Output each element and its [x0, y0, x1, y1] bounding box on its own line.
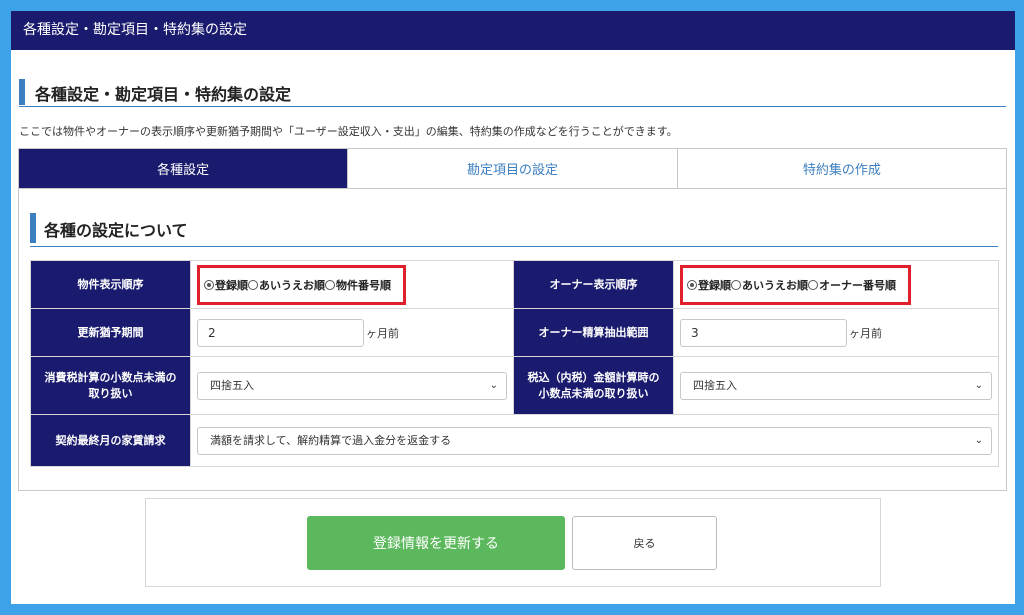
- back-button[interactable]: 戻る: [572, 516, 717, 570]
- chevron-down-icon: ⌄: [974, 434, 983, 446]
- final-month-rent-select[interactable]: 満額を請求して、解約精算で過入金分を返金する ⌄: [197, 426, 992, 455]
- table-row: 消費税計算の小数点未満の 取り扱い 四捨五入 ⌄ 税込（内税）金額計算時の 小数…: [30, 356, 999, 415]
- renewal-grace-cell: 2 ヶ月前: [190, 308, 514, 357]
- tab-general-settings[interactable]: 各種設定: [19, 149, 348, 188]
- property-order-option-number[interactable]: 物件番号順: [325, 277, 391, 293]
- property-order-cell: 登録順 あいうえお順 物件番号順: [190, 260, 514, 309]
- owner-order-radio-group: 登録順 あいうえお順 オーナー番号順: [680, 264, 911, 305]
- radio-selected-icon[interactable]: [204, 279, 214, 290]
- tax-incl-rounding-select[interactable]: 四捨五入 ⌄: [680, 371, 992, 400]
- final-month-rent-label: 契約最終月の家賃請求: [30, 414, 191, 467]
- top-bar: 各種設定・勘定項目・特約集の設定: [11, 11, 1015, 50]
- chevron-down-icon: ⌄: [489, 379, 498, 391]
- chevron-down-icon: ⌄: [974, 379, 983, 391]
- heading-accent-bar: [19, 79, 25, 105]
- top-bar-title: 各種設定・勘定項目・特約集の設定: [23, 22, 247, 38]
- property-order-label: 物件表示順序: [30, 260, 191, 309]
- table-row: 物件表示順序 登録順 あいうえお順 物件番号順 オーナー表示順序 登録順 あいう…: [30, 260, 999, 309]
- section-accent-bar: [30, 213, 36, 243]
- tab-account-items[interactable]: 勘定項目の設定: [347, 149, 677, 188]
- page-description: ここでは物件やオーナーの表示順序や更新猶予期間や「ユーザー設定収入・支出」の編集…: [19, 125, 678, 138]
- tax-incl-rounding-cell: 四捨五入 ⌄: [673, 356, 999, 415]
- radio-empty-icon[interactable]: [808, 279, 818, 290]
- radio-empty-icon[interactable]: [325, 279, 335, 290]
- renewal-grace-unit: ヶ月前: [366, 326, 399, 340]
- settings-table: 物件表示順序 登録順 あいうえお順 物件番号順 オーナー表示順序 登録順 あいう…: [30, 260, 999, 467]
- renewal-grace-input[interactable]: 2: [197, 318, 364, 347]
- radio-selected-icon[interactable]: [687, 279, 697, 290]
- app-frame: 各種設定・勘定項目・特約集の設定 各種設定・勘定項目・特約集の設定 ここでは物件…: [11, 11, 1015, 604]
- tax-incl-rounding-label: 税込（内税）金額計算時の 小数点未満の取り扱い: [513, 356, 674, 415]
- section-title: 各種の設定について: [44, 221, 188, 240]
- owner-settlement-label: オーナー精算抽出範囲: [513, 308, 674, 357]
- settings-tabs: 各種設定 勘定項目の設定 特約集の作成: [18, 148, 1007, 188]
- owner-order-option-kana[interactable]: あいうえお順: [731, 277, 808, 293]
- owner-order-cell: 登録順 あいうえお順 オーナー番号順: [673, 260, 999, 309]
- final-month-rent-cell: 満額を請求して、解約精算で過入金分を返金する ⌄: [190, 414, 999, 467]
- owner-order-option-registration[interactable]: 登録順: [687, 277, 731, 293]
- owner-settlement-input[interactable]: 3: [680, 318, 847, 347]
- owner-settlement-cell: 3 ヶ月前: [673, 308, 999, 357]
- table-row: 契約最終月の家賃請求 満額を請求して、解約精算で過入金分を返金する ⌄: [30, 414, 999, 467]
- property-order-option-kana[interactable]: あいうえお順: [248, 277, 325, 293]
- settings-panel: 各種の設定について 物件表示順序 登録順 あいうえお順 物件番号順 オーナー表示…: [18, 188, 1007, 491]
- tax-rounding-select[interactable]: 四捨五入 ⌄: [197, 371, 507, 400]
- property-order-option-registration[interactable]: 登録順: [204, 277, 248, 293]
- action-footer: 登録情報を更新する 戻る: [145, 498, 881, 587]
- tax-rounding-label: 消費税計算の小数点未満の 取り扱い: [30, 356, 191, 415]
- update-button[interactable]: 登録情報を更新する: [307, 516, 565, 570]
- property-order-radio-group: 登録順 あいうえお順 物件番号順: [197, 264, 406, 305]
- owner-order-label: オーナー表示順序: [513, 260, 674, 309]
- renewal-grace-label: 更新猶予期間: [30, 308, 191, 357]
- section-heading: 各種の設定について: [30, 211, 998, 247]
- tax-rounding-cell: 四捨五入 ⌄: [190, 356, 514, 415]
- table-row: 更新猶予期間 2 ヶ月前 オーナー精算抽出範囲 3 ヶ月前: [30, 308, 999, 357]
- radio-empty-icon[interactable]: [248, 279, 258, 290]
- owner-settlement-unit: ヶ月前: [849, 326, 882, 340]
- radio-empty-icon[interactable]: [731, 279, 741, 290]
- tab-special-clauses[interactable]: 特約集の作成: [676, 149, 1006, 188]
- page-title: 各種設定・勘定項目・特約集の設定: [35, 85, 292, 104]
- owner-order-option-number[interactable]: オーナー番号順: [808, 277, 896, 293]
- page-heading: 各種設定・勘定項目・特約集の設定: [19, 75, 1006, 107]
